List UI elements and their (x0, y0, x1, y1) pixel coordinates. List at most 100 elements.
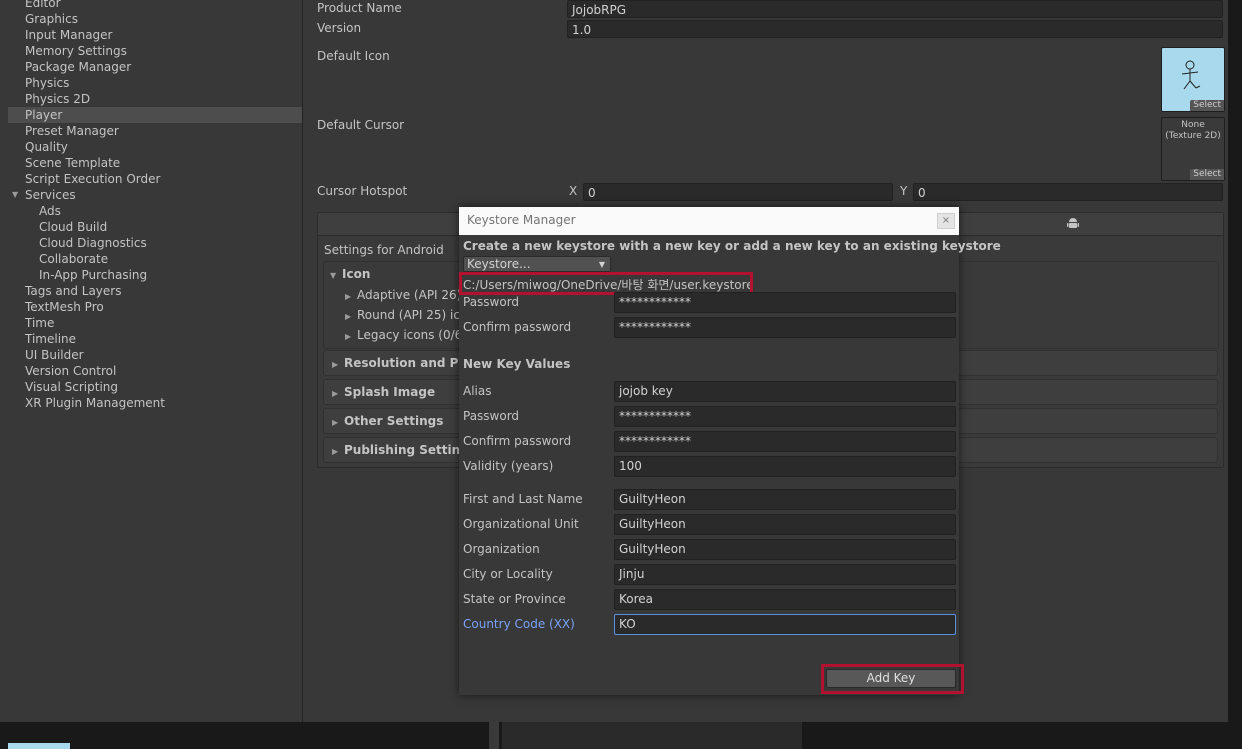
sidebar-item-label: Package Manager (25, 60, 132, 74)
bottom-tab-fragment (8, 743, 70, 749)
key-password-label: Password (463, 409, 520, 423)
sidebar-item-timeline[interactable]: Timeline (8, 331, 302, 347)
version-field[interactable]: 1.0 (567, 20, 1223, 38)
sidebar-item-services[interactable]: ▼ Services (8, 187, 302, 203)
dialog-titlebar[interactable]: Keystore Manager × (459, 207, 959, 235)
sidebar-item-tags-and-layers[interactable]: Tags and Layers (8, 283, 302, 299)
sidebar-item-package-manager[interactable]: Package Manager (8, 59, 302, 75)
sidebar-item-cloud-diagnostics[interactable]: Cloud Diagnostics (8, 235, 302, 251)
expand-triangle-icon[interactable]: ▼ (12, 187, 24, 203)
sidebar-item-scene-template[interactable]: Scene Template (8, 155, 302, 171)
default-cursor-slot[interactable]: None (Texture 2D) Select (1161, 117, 1225, 181)
sidebar-item-physics-2d[interactable]: Physics 2D (8, 91, 302, 107)
new-key-heading: New Key Values (463, 357, 571, 371)
sidebar-item-label: Player (25, 108, 63, 122)
icon-select-button[interactable]: Select (1190, 100, 1224, 111)
sidebar-item-visual-scripting[interactable]: Visual Scripting (8, 379, 302, 395)
sidebar-item-label: XR Plugin Management (25, 396, 165, 410)
name-label: First and Last Name (463, 492, 583, 506)
bottom-panel-area (502, 722, 802, 749)
state-label: State or Province (463, 592, 566, 606)
sidebar-item-preset-manager[interactable]: Preset Manager (8, 123, 302, 139)
sidebar-item-label: Ads (39, 204, 61, 218)
keystore-password-field[interactable]: ************ (614, 292, 956, 313)
sidebar-item-in-app-purchasing[interactable]: In-App Purchasing (8, 267, 302, 283)
close-icon[interactable]: × (937, 213, 955, 229)
validity-field[interactable]: 100 (614, 456, 956, 477)
keystore-dropdown[interactable]: Keystore... ▼ (463, 256, 611, 272)
collapse-triangle-icon: ▶ (332, 389, 339, 398)
key-password-field[interactable]: ************ (614, 406, 956, 427)
expand-triangle-icon: ▼ (330, 271, 337, 280)
keystore-confirm-field[interactable]: ************ (614, 317, 956, 338)
sidebar-item-label: Services (25, 188, 76, 202)
sidebar-item-memory-settings[interactable]: Memory Settings (8, 43, 302, 59)
sidebar-item-label: Physics 2D (25, 92, 91, 106)
collapse-triangle-icon: ▶ (345, 292, 352, 301)
sidebar-item-quality[interactable]: Quality (8, 139, 302, 155)
keystore-confirm-label: Confirm password (463, 320, 572, 334)
hotspot-x-label: X (569, 184, 578, 198)
keystore-manager-dialog: Keystore Manager × Create a new keystore… (459, 207, 1001, 695)
default-icon-slot[interactable]: Select (1161, 47, 1225, 112)
sidebar-item-script-execution-order[interactable]: Script Execution Order (8, 171, 302, 187)
android-icon[interactable] (1066, 216, 1080, 230)
hotspot-y-field[interactable]: 0 (913, 183, 1223, 201)
sidebar-item-time[interactable]: Time (8, 315, 302, 331)
icon-item[interactable]: ▶ Adaptive (API 26) i (345, 288, 469, 302)
sidebar-item-physics[interactable]: Physics (8, 75, 302, 91)
sidebar-item-label: TextMesh Pro (25, 300, 104, 314)
cursor-none-text: None (1181, 120, 1205, 130)
sidebar-item-editor[interactable]: Editor (8, 0, 302, 11)
sidebar-item-label: Collaborate (39, 252, 109, 266)
chevron-down-icon: ▼ (598, 260, 605, 269)
icon-item[interactable]: ▶ Legacy icons (0/6 (345, 328, 462, 342)
sidebar-item-graphics[interactable]: Graphics (8, 11, 302, 27)
sidebar-item-label: Editor (25, 0, 61, 10)
name-field[interactable]: GuiltyHeon (614, 489, 956, 510)
sidebar-item-label: Graphics (25, 12, 78, 26)
bottom-splitter[interactable] (489, 722, 499, 749)
country-code-field[interactable]: KO (614, 614, 956, 635)
default-icon-label: Default Icon (317, 49, 390, 63)
cursor-select-button[interactable]: Select (1190, 169, 1224, 180)
product-name-field[interactable]: JojobRPG (567, 0, 1223, 18)
state-field[interactable]: Korea (614, 589, 956, 610)
hotspot-x-field[interactable]: 0 (583, 183, 893, 201)
sidebar-item-label: Cloud Diagnostics (39, 236, 147, 250)
org-unit-field[interactable]: GuiltyHeon (614, 514, 956, 535)
sidebar-item-ads[interactable]: Ads (8, 203, 302, 219)
settings-for-label: Settings for Android (324, 243, 444, 257)
key-confirm-field[interactable]: ************ (614, 431, 956, 452)
sidebar-item-label: Time (25, 316, 55, 330)
sidebar-item-version-control[interactable]: Version Control (8, 363, 302, 379)
sidebar-item-label: Tags and Layers (25, 284, 122, 298)
key-confirm-label: Confirm password (463, 434, 572, 448)
sidebar-item-cloud-build[interactable]: Cloud Build (8, 219, 302, 235)
dialog-instruction: Create a new keystore with a new key or … (463, 239, 1001, 253)
cursor-type-text: (Texture 2D) (1165, 131, 1221, 141)
city-label: City or Locality (463, 567, 553, 581)
sidebar-item-label: Scene Template (25, 156, 121, 170)
sidebar-item-input-manager[interactable]: Input Manager (8, 27, 302, 43)
stick-figure-icon (1181, 60, 1201, 90)
sidebar-item-xr-plugin-management[interactable]: XR Plugin Management (8, 395, 302, 411)
sidebar-item-player[interactable]: Player (8, 107, 302, 123)
keystore-password-label: Password (463, 295, 520, 309)
add-key-button[interactable]: Add Key (826, 669, 956, 688)
sidebar-item-label: Preset Manager (25, 124, 119, 138)
city-field[interactable]: Jinju (614, 564, 956, 585)
dialog-title: Keystore Manager (467, 213, 576, 227)
sidebar-item-collaborate[interactable]: Collaborate (8, 251, 302, 267)
alias-field[interactable]: jojob key (614, 381, 956, 402)
icon-section-header[interactable]: ▼ Icon (330, 267, 370, 281)
product-name-label: Product Name (317, 1, 402, 15)
icon-item[interactable]: ▶ Round (API 25) ico (345, 308, 467, 322)
organization-field[interactable]: GuiltyHeon (614, 539, 956, 560)
sidebar-item-label: Memory Settings (25, 44, 127, 58)
alias-label: Alias (463, 384, 492, 398)
sidebar-item-textmesh-pro[interactable]: TextMesh Pro (8, 299, 302, 315)
collapse-triangle-icon: ▶ (332, 447, 339, 456)
sidebar-item-ui-builder[interactable]: UI Builder (8, 347, 302, 363)
sidebar-item-label: Script Execution Order (25, 172, 161, 186)
